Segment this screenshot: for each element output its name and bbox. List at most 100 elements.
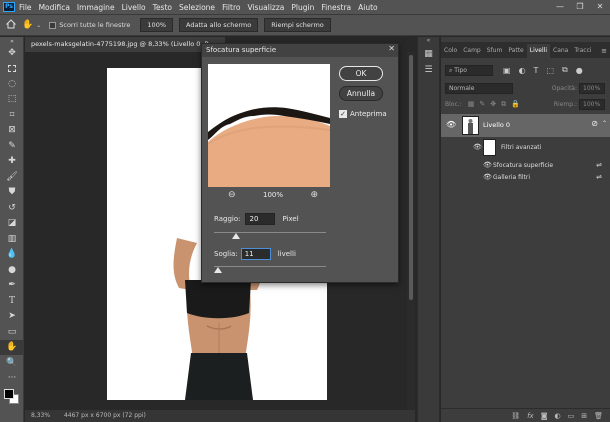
menu-aiuto[interactable]: Aiuto <box>358 3 378 12</box>
threshold-slider-thumb[interactable] <box>214 267 223 273</box>
smart-filters-mask-thumbnail[interactable] <box>483 139 496 156</box>
radius-slider-thumb[interactable] <box>232 233 241 239</box>
filter-row-galleria[interactable]: 👁 Galleria filtri ⇌ <box>441 172 610 184</box>
menu-file[interactable]: File <box>19 3 32 12</box>
filter-adjustment-icon[interactable]: ◐ <box>519 66 526 75</box>
filter-blending-options-icon[interactable]: ⇌ <box>596 173 602 181</box>
history-brush-tool-icon[interactable]: ↺ <box>0 200 24 216</box>
path-selection-tool-icon[interactable]: ➤ <box>0 309 24 325</box>
menu-filtro[interactable]: Filtro <box>222 3 240 12</box>
menu-modifica[interactable]: Modifica <box>39 3 70 12</box>
pen-tool-icon[interactable]: ✒ <box>0 278 24 294</box>
filter-pixel-icon[interactable]: ▣ <box>503 66 511 75</box>
threshold-slider-track[interactable] <box>214 266 326 267</box>
fx-icon[interactable]: fx <box>527 412 534 420</box>
eraser-tool-icon[interactable]: ◪ <box>0 216 24 232</box>
tab-canali[interactable]: Cana <box>550 44 571 58</box>
opacity-field[interactable]: 100% <box>579 82 605 94</box>
link-layers-icon[interactable]: ⛓ <box>511 412 520 420</box>
preview-checkbox[interactable]: ✓ Anteprima <box>339 110 387 118</box>
home-icon[interactable] <box>5 19 17 31</box>
menu-selezione[interactable]: Selezione <box>179 3 215 12</box>
threshold-input[interactable]: 11 <box>240 248 271 260</box>
blur-tool-icon[interactable]: 💧 <box>0 247 24 263</box>
delete-layer-icon[interactable]: 🗑 <box>594 412 603 420</box>
color-swatches[interactable] <box>0 386 23 410</box>
layer-expand-icon[interactable]: ⌃ <box>602 120 607 127</box>
lock-artboard-icon[interactable]: ⧉ <box>501 100 506 109</box>
smart-filters-row[interactable]: 👁 Filtri avanzati <box>441 138 610 158</box>
adjustment-layer-icon[interactable]: ◐ <box>555 412 561 420</box>
close-window-icon[interactable]: ✕ <box>590 0 610 14</box>
type-tool-icon[interactable]: T <box>0 293 24 309</box>
layer-row-livello-0[interactable]: 👁 Livello 0 ⊘ ⌃ <box>441 114 610 137</box>
lock-all-icon[interactable]: 🔒 <box>511 100 520 108</box>
zoom-tool-icon[interactable]: 🔍 <box>0 355 24 371</box>
lasso-tool-icon[interactable]: ◌ <box>0 76 24 92</box>
tab-livelli[interactable]: Livelli <box>526 44 550 58</box>
filter-eye-icon[interactable]: 👁 <box>483 173 492 181</box>
gradient-tool-icon[interactable]: ▥ <box>0 231 24 247</box>
close-icon[interactable]: ✕ <box>388 44 395 53</box>
lock-position-icon[interactable]: ✥ <box>490 100 496 108</box>
layer-name[interactable]: Livello 0 <box>483 121 510 129</box>
zoom-in-icon[interactable]: ⊕ <box>310 190 318 200</box>
scrollbar-thumb[interactable] <box>409 55 413 300</box>
tab-tracciati[interactable]: Tracci <box>571 44 594 58</box>
collapse-panels-icon[interactable]: « <box>418 37 439 47</box>
filter-eye-icon[interactable]: 👁 <box>483 161 492 169</box>
tab-pattern[interactable]: Patte <box>505 44 526 58</box>
clone-stamp-tool-icon[interactable]: ⛊ <box>0 185 24 201</box>
scroll-all-windows-checkbox[interactable]: Scorri tutte le finestre <box>49 21 130 29</box>
filter-type-icon[interactable]: T <box>534 66 539 75</box>
radius-slider-track[interactable] <box>214 232 326 233</box>
add-mask-icon[interactable]: ◙ <box>541 412 548 420</box>
minimize-icon[interactable]: — <box>550 0 570 14</box>
panel-menu-icon[interactable]: ≡ <box>601 45 607 58</box>
more-tools-icon[interactable]: ··· <box>0 371 24 387</box>
filter-shape-icon[interactable]: ⬚ <box>546 66 554 75</box>
lock-pixels-icon[interactable]: ✎ <box>479 100 485 108</box>
document-tab[interactable]: pexels-maksgelatin-4775198.jpg @ 8,33% (… <box>25 37 225 52</box>
smart-filters-eye-icon[interactable]: 👁 <box>473 143 482 151</box>
layer-filter-select[interactable]: ⌕ Tipo <box>445 64 493 76</box>
brush-tool-icon[interactable]: 🖌 <box>0 169 24 185</box>
dialog-title-bar[interactable]: Sfocatura superficie ✕ <box>202 44 398 57</box>
fill-field[interactable]: 100% <box>579 98 605 110</box>
tab-sfumature[interactable]: Sfum <box>484 44 506 58</box>
foreground-color-swatch[interactable] <box>4 389 14 399</box>
ok-button[interactable]: OK <box>339 66 383 81</box>
lock-transparency-icon[interactable]: ▦ <box>468 100 475 108</box>
fill-screen-button[interactable]: Riempi schermo <box>264 18 331 32</box>
tab-campioni[interactable]: Camp <box>460 44 484 58</box>
move-tool-icon[interactable]: ✥ <box>0 45 24 61</box>
zoom-out-icon[interactable]: ⊖ <box>228 190 236 200</box>
menu-finestra[interactable]: Finestra <box>321 3 351 12</box>
filter-blending-options-icon[interactable]: ⇌ <box>596 161 602 169</box>
rectangle-tool-icon[interactable]: ▭ <box>0 324 24 340</box>
eyedropper-tool-icon[interactable]: ✎ <box>0 138 24 154</box>
object-selection-tool-icon[interactable]: ⬚ <box>0 92 24 108</box>
zoom-100-button[interactable]: 100% <box>140 18 174 32</box>
radius-input[interactable]: 20 <box>245 213 276 225</box>
dodge-tool-icon[interactable]: ● <box>0 262 24 278</box>
menu-testo[interactable]: Testo <box>153 3 172 12</box>
eye-icon[interactable]: 👁 <box>446 120 456 129</box>
menu-visualizza[interactable]: Visualizza <box>247 3 284 12</box>
history-panel-icon[interactable]: ▦ <box>418 49 439 59</box>
menu-plugin[interactable]: Plugin <box>291 3 314 12</box>
filter-row-sfocatura[interactable]: 👁 Sfocatura superficie ⇌ <box>441 160 610 172</box>
filter-preview[interactable] <box>208 64 330 187</box>
cancel-button[interactable]: Annulla <box>339 86 383 101</box>
collapse-toolbar-icon[interactable]: » <box>0 37 24 45</box>
marquee-tool-icon[interactable] <box>0 61 24 77</box>
filter-toggle-icon[interactable]: ● <box>576 66 583 75</box>
menu-livello[interactable]: Livello <box>122 3 146 12</box>
crop-tool-icon[interactable]: ⌗ <box>0 107 24 123</box>
blend-mode-select[interactable]: Normale <box>445 82 513 94</box>
chevron-down-icon[interactable]: ⌄ <box>36 22 41 29</box>
frame-tool-icon[interactable]: ⊠ <box>0 123 24 139</box>
new-layer-icon[interactable]: ⊞ <box>581 412 587 420</box>
hand-tool-icon[interactable]: ✋ <box>22 20 33 30</box>
menu-immagine[interactable]: Immagine <box>77 3 115 12</box>
